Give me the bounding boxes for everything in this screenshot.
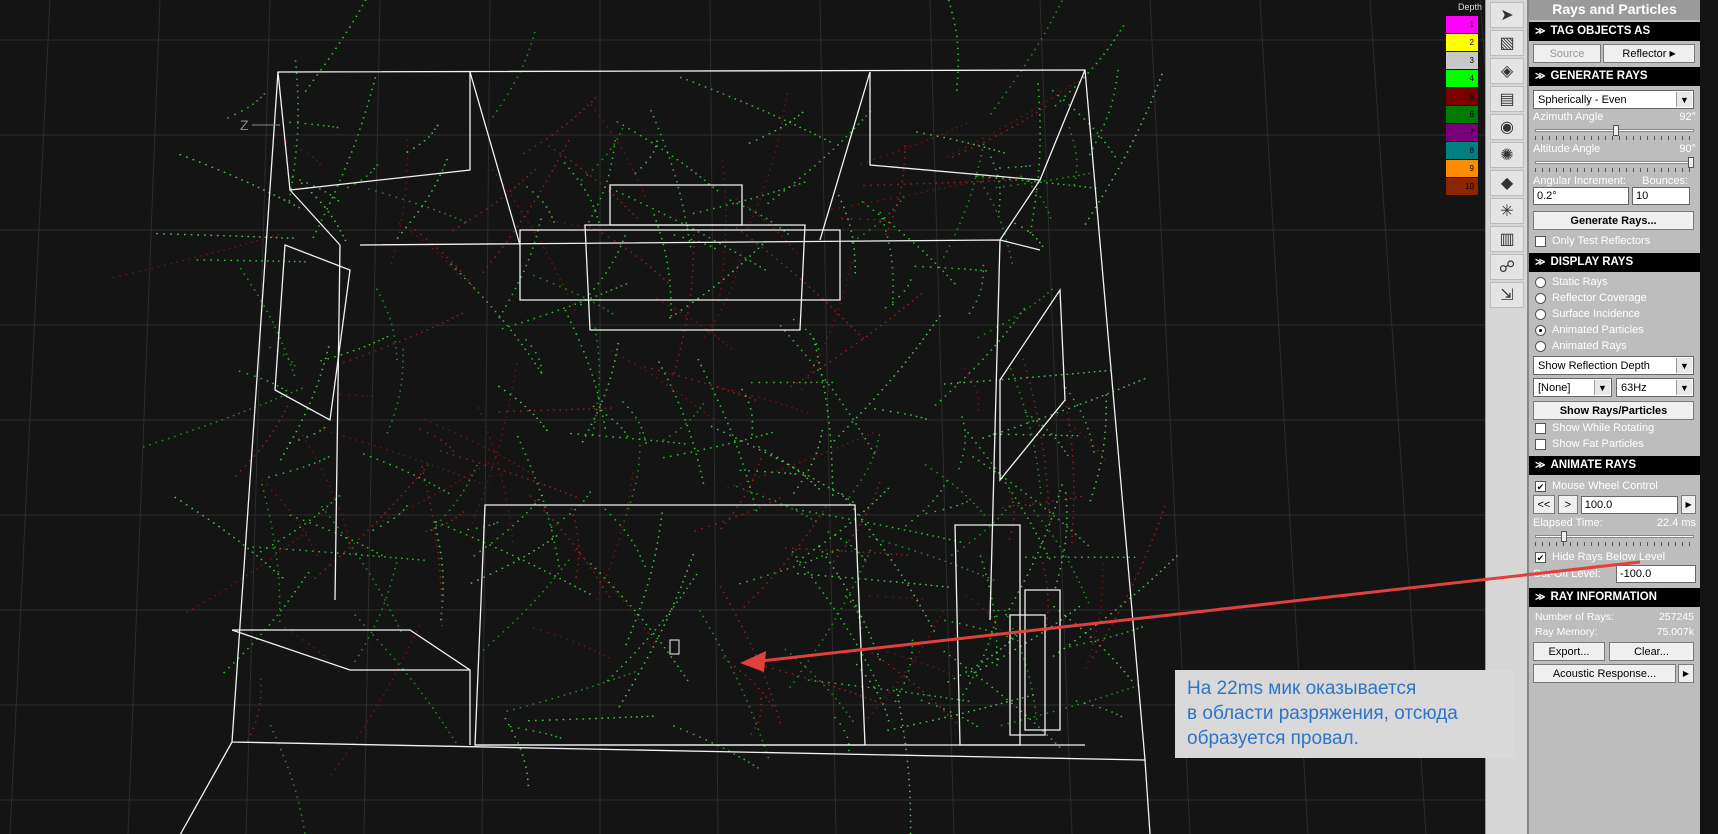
annotation-callout: На 22ms мик оказывается в области разряж… [1175, 670, 1515, 758]
callout-line-2: в области разряжения, отсюда [1187, 703, 1458, 724]
callout-line-1: На 22ms мик оказывается [1187, 678, 1417, 699]
callout-line-3: образуется провал. [1187, 728, 1359, 749]
